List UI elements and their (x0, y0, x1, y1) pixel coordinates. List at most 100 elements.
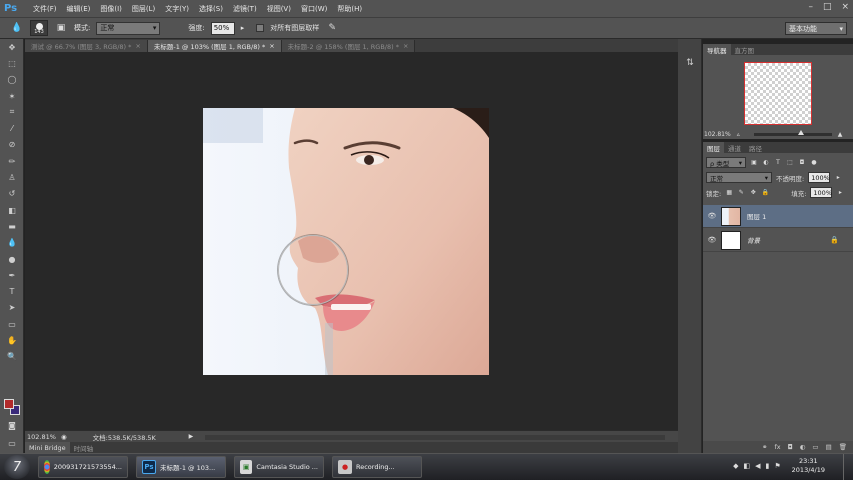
history-brush-tool-icon[interactable]: ↺ (0, 186, 24, 202)
strength-dropdown-icon[interactable]: ▸ (241, 24, 245, 32)
clone-stamp-tool-icon[interactable]: ♙ (0, 169, 24, 185)
path-selection-tool-icon[interactable]: ➤ (0, 300, 24, 316)
status-info-icon[interactable]: ◉ (61, 433, 67, 441)
link-layers-icon[interactable]: ⚭ (762, 443, 767, 451)
filter-type-icon[interactable]: T (774, 159, 782, 167)
blur-tool-icon[interactable]: 💧 (10, 21, 24, 35)
rectangle-tool-icon[interactable]: ▭ (0, 316, 24, 332)
tab-layers[interactable]: 图层 (703, 142, 724, 153)
filter-shape-icon[interactable]: ⬚ (786, 159, 794, 167)
menu-select[interactable]: 选择(S) (194, 4, 228, 14)
add-mask-icon[interactable]: ◘ (788, 443, 793, 451)
adjustment-layer-icon[interactable]: ◐ (800, 443, 806, 451)
navigator-zoom[interactable]: 102.81% (704, 131, 731, 138)
foreground-color-swatch[interactable] (4, 399, 14, 409)
healing-brush-tool-icon[interactable]: ⊘ (0, 137, 24, 153)
menu-window[interactable]: 窗口(W) (296, 4, 332, 14)
tab-navigator[interactable]: 导航器 (703, 44, 731, 55)
slider-knob[interactable] (797, 129, 804, 135)
menu-layer[interactable]: 图层(L) (127, 4, 160, 14)
close-button[interactable]: × (841, 2, 849, 12)
zoom-out-icon[interactable]: ▵ (737, 131, 740, 138)
network-icon[interactable]: ◧ (744, 462, 751, 470)
move-tool-icon[interactable]: ✥ (0, 39, 24, 55)
show-desktop-button[interactable] (843, 454, 853, 480)
close-icon[interactable]: × (403, 42, 408, 50)
mode-select[interactable]: 正常 ▾ (96, 21, 161, 35)
layer-row-background[interactable]: 👁 背景 🔒 (703, 229, 853, 252)
maximize-button[interactable]: □ (823, 2, 832, 12)
photo-canvas[interactable] (203, 108, 489, 375)
dropbox-icon[interactable]: ◆ (733, 462, 738, 470)
menu-type[interactable]: 文字(Y) (160, 4, 194, 14)
blend-mode-select[interactable]: 正常 ▾ (706, 172, 772, 183)
new-layer-icon[interactable]: ▤ (826, 443, 832, 451)
navigator-thumbnail[interactable] (744, 62, 812, 125)
menu-filter[interactable]: 滤镜(T) (228, 4, 262, 14)
lasso-tool-icon[interactable]: ◯ (0, 72, 24, 88)
filter-adjustment-icon[interactable]: ◐ (762, 159, 770, 167)
task-recording[interactable]: ● Recording... (332, 456, 422, 478)
layer-row-layer-1[interactable]: 👁 图层 1 (703, 205, 853, 228)
clock[interactable]: 23:31 2013/4/19 (792, 457, 825, 475)
dodge-tool-icon[interactable]: ● (0, 251, 24, 267)
power-icon[interactable]: ▮ (766, 462, 770, 470)
crop-tool-icon[interactable]: ⌗ (0, 104, 24, 120)
menu-help[interactable]: 帮助(H) (332, 4, 367, 14)
close-icon[interactable]: × (135, 42, 140, 50)
tab-histogram[interactable]: 直方图 (731, 44, 759, 55)
lock-all-icon[interactable]: 🔒 (761, 189, 769, 197)
screen-mode-icon[interactable]: ▭ (0, 435, 24, 451)
task-photoshop[interactable]: Ps 未标题-1 @ 103... (136, 456, 226, 478)
pressure-icon[interactable]: ✎ (325, 21, 339, 35)
filter-toggle-icon[interactable]: ● (810, 159, 818, 167)
tab-document-untitled-1[interactable]: 未标题-1 @ 103% (图层 1, RGB/8) * × (147, 40, 282, 52)
navigator-zoom-slider[interactable] (753, 129, 832, 136)
hand-tool-icon[interactable]: ✋ (0, 332, 24, 348)
flag-icon[interactable]: ⚑ (774, 462, 780, 470)
status-menu-arrow[interactable]: ▶ (189, 433, 194, 440)
eraser-tool-icon[interactable]: ◧ (0, 202, 24, 218)
quick-mask-icon[interactable]: ◙ (0, 417, 24, 433)
menu-edit[interactable]: 编辑(E) (62, 4, 96, 14)
filter-smart-icon[interactable]: ◘ (798, 159, 806, 167)
task-camtasia[interactable]: ▣ Camtasia Studio ... (234, 456, 324, 478)
brush-preset-picker[interactable]: 143 (30, 20, 48, 36)
pen-tool-icon[interactable]: ✒ (0, 267, 24, 283)
volume-icon[interactable]: ◀ (755, 462, 760, 470)
lock-position-icon[interactable]: ✥ (749, 189, 757, 197)
new-group-icon[interactable]: ▭ (812, 443, 818, 451)
lock-transparency-icon[interactable]: ▦ (725, 189, 733, 197)
fx-icon[interactable]: fx (774, 443, 780, 451)
zoom-in-icon[interactable]: ▲ (838, 131, 843, 138)
gradient-tool-icon[interactable]: ▬ (0, 218, 24, 234)
eyedropper-tool-icon[interactable]: ⁄ (0, 120, 24, 136)
menu-file[interactable]: 文件(F) (28, 4, 62, 14)
visibility-eye-icon[interactable]: 👁 (703, 236, 721, 244)
task-chrome[interactable]: 20093172157355​4... (38, 456, 128, 478)
close-icon[interactable]: × (269, 42, 274, 50)
menu-image[interactable]: 图像(I) (95, 4, 127, 14)
workspace-select[interactable]: 基本功能 ▾ (785, 22, 847, 35)
opacity-dropdown-icon[interactable]: ▸ (834, 174, 842, 182)
sample-all-checkbox[interactable] (256, 24, 265, 32)
horizontal-scrollbar[interactable] (205, 435, 665, 440)
blur-tool-icon[interactable]: 💧 (0, 235, 24, 251)
trash-icon[interactable]: 🗑 (839, 443, 847, 451)
brush-tool-icon[interactable]: ✏ (0, 153, 24, 169)
layer-filter-select[interactable]: ρ 类型 ▾ (706, 157, 746, 168)
strength-input[interactable]: 50% (210, 21, 235, 35)
magic-wand-tool-icon[interactable]: ✶ (0, 88, 24, 104)
marquee-tool-icon[interactable]: ⬚ (0, 55, 24, 71)
tab-document-test[interactable]: 测试 @ 66.7% (图层 3, RGB/8) * × (25, 40, 148, 52)
start-button[interactable]: 7 (4, 455, 30, 479)
canvas-area[interactable] (25, 52, 678, 430)
tab-paths[interactable]: 路径 (745, 142, 766, 153)
type-tool-icon[interactable]: T (0, 283, 24, 299)
tab-document-untitled-2[interactable]: 未标题-2 @ 158% (图层 1, RGB/8) * × (281, 40, 416, 52)
history-panel-icon[interactable]: ⇅ (678, 53, 702, 73)
brush-panel-icon[interactable]: ▣ (54, 21, 68, 35)
tab-timeline[interactable]: 时间轴 (69, 442, 98, 453)
opacity-input[interactable]: 100% (808, 172, 831, 183)
fill-input[interactable]: 100% (810, 187, 833, 198)
